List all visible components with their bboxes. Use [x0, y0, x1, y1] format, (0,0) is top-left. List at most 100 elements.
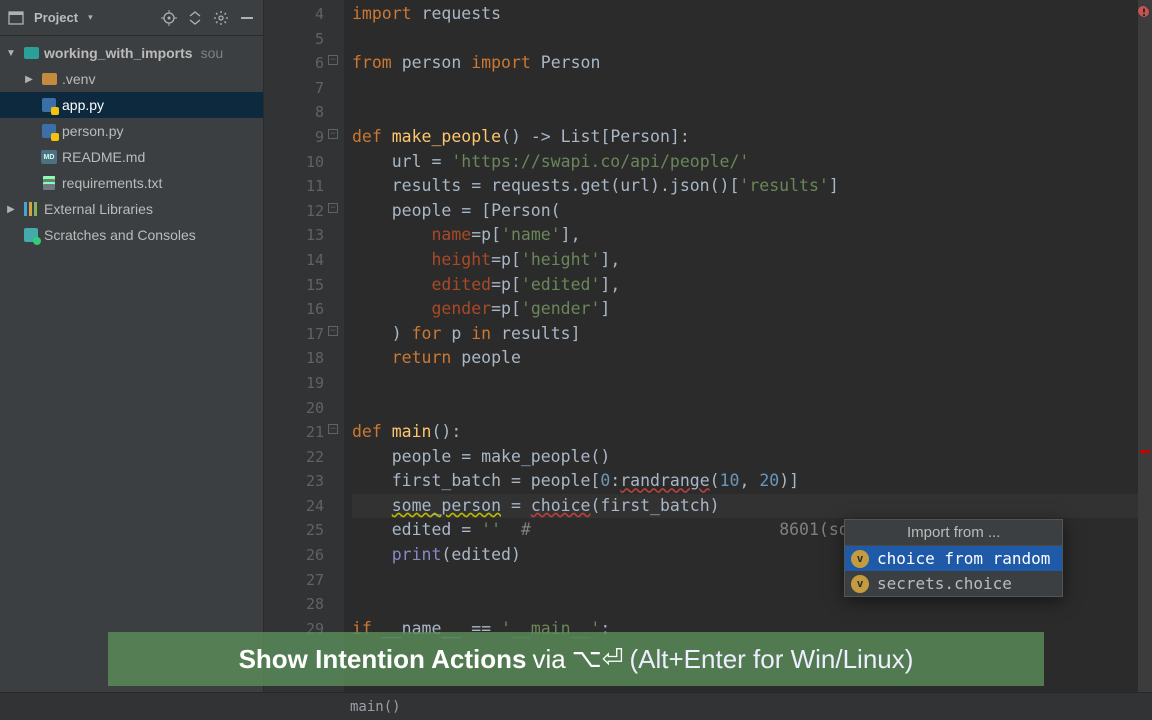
line-number: 4: [264, 2, 324, 27]
code-line[interactable]: edited=p['edited'],: [352, 273, 1138, 298]
popup-title: Import from ...: [845, 520, 1062, 546]
folder-icon: [22, 47, 40, 59]
line-number: 6−: [264, 51, 324, 76]
gear-icon[interactable]: [213, 10, 229, 26]
line-number: 28: [264, 592, 324, 617]
code-line[interactable]: height=p['height'],: [352, 248, 1138, 273]
libraries-icon: [22, 202, 40, 216]
scratches-icon: [22, 228, 40, 242]
fold-icon[interactable]: −: [328, 424, 338, 434]
line-number: 24: [264, 494, 324, 519]
line-number: 15: [264, 273, 324, 298]
code-line[interactable]: return people: [352, 346, 1138, 371]
tree-folder-venv[interactable]: ▶ .venv: [0, 66, 263, 92]
line-number: 12−: [264, 199, 324, 224]
code-editor[interactable]: 456−789−101112−1314151617−18192021−22232…: [264, 0, 1152, 692]
sidebar-title: Project: [34, 10, 78, 25]
root-hint: sou: [201, 45, 224, 61]
code-line[interactable]: some_person = choice(first_batch): [352, 494, 1138, 519]
code-line[interactable]: people = make_people(): [352, 445, 1138, 470]
code-line[interactable]: results = requests.get(url).json()['resu…: [352, 174, 1138, 199]
line-number: 13: [264, 223, 324, 248]
root-name: working_with_imports: [44, 45, 193, 61]
code-line[interactable]: def main():: [352, 420, 1138, 445]
code-line[interactable]: [352, 100, 1138, 125]
python-file-icon: [40, 124, 58, 138]
line-number: 26: [264, 543, 324, 568]
line-number: 27: [264, 568, 324, 593]
chevron-right-icon[interactable]: ▶: [22, 74, 36, 85]
variable-badge-icon: v: [851, 550, 869, 568]
folder-icon: [40, 73, 58, 85]
tip-via: via: [532, 644, 565, 675]
line-number: 8: [264, 100, 324, 125]
code-line[interactable]: [352, 371, 1138, 396]
import-suggestion-popup: Import from ... v choice from random vsecr…: [844, 519, 1063, 597]
tree-external-libraries[interactable]: ▶ External Libraries: [0, 196, 263, 222]
line-number: 10: [264, 150, 324, 175]
import-suggestion-item[interactable]: v secrets.choice: [845, 571, 1062, 596]
text-file-icon: [40, 176, 58, 190]
line-number: 16: [264, 297, 324, 322]
error-indicator-icon[interactable]: [1138, 6, 1148, 16]
chevron-down-icon[interactable]: ▼: [4, 48, 18, 59]
tip-banner: Show Intention Actions via ⌥⏎ (Alt+Enter…: [108, 632, 1044, 686]
code-line[interactable]: first_batch = people[0:randrange(10, 20)…: [352, 469, 1138, 494]
line-number: 14: [264, 248, 324, 273]
line-number: 20: [264, 396, 324, 421]
code-line[interactable]: def make_people() -> List[Person]:: [352, 125, 1138, 150]
tip-shortcut-win: (Alt+Enter for Win/Linux): [629, 644, 913, 675]
line-number: 23: [264, 469, 324, 494]
line-number: 5: [264, 27, 324, 52]
expand-icon[interactable]: [187, 10, 203, 26]
fold-icon[interactable]: −: [328, 129, 338, 139]
line-number: 17−: [264, 322, 324, 347]
code-line[interactable]: import requests: [352, 2, 1138, 27]
tip-shortcut-mac: ⌥⏎: [572, 644, 624, 674]
line-number: 21−: [264, 420, 324, 445]
tree-root[interactable]: ▼ working_with_imports sou: [0, 40, 263, 66]
tip-action: Show Intention Actions: [239, 644, 527, 675]
tree-file-person[interactable]: person.py: [0, 118, 263, 144]
line-number: 18: [264, 346, 324, 371]
tree-file-app[interactable]: app.py: [0, 92, 263, 118]
editor-gutter: 456−789−101112−1314151617−18192021−22232…: [264, 0, 344, 692]
locate-icon[interactable]: [161, 10, 177, 26]
code-line[interactable]: name=p['name'],: [352, 223, 1138, 248]
project-sidebar: Project ▾ ▼ working_with_imports sou: [0, 0, 264, 692]
suggestion-label: secrets.choice: [877, 574, 1012, 593]
markdown-file-icon: MD: [40, 150, 58, 164]
tree-file-readme[interactable]: MD README.md: [0, 144, 263, 170]
code-line[interactable]: gender=p['gender']: [352, 297, 1138, 322]
project-view-icon[interactable]: [8, 10, 24, 26]
import-suggestion-item[interactable]: v choice from random: [845, 546, 1062, 571]
line-number: 7: [264, 76, 324, 101]
code-line[interactable]: [352, 76, 1138, 101]
suggestion-label: choice from random: [877, 549, 1050, 568]
project-tree[interactable]: ▼ working_with_imports sou ▶ .venv app.p…: [0, 36, 263, 252]
code-line[interactable]: [352, 27, 1138, 52]
code-line[interactable]: from person import Person: [352, 51, 1138, 76]
hide-icon[interactable]: [239, 10, 255, 26]
error-marker[interactable]: [1140, 450, 1150, 453]
line-number: 19: [264, 371, 324, 396]
breadcrumb-bar[interactable]: main(): [0, 692, 1152, 720]
tree-file-requirements[interactable]: requirements.txt: [0, 170, 263, 196]
error-stripe[interactable]: [1138, 0, 1152, 692]
tree-scratches[interactable]: Scratches and Consoles: [0, 222, 263, 248]
code-line[interactable]: [352, 396, 1138, 421]
breadcrumb-item[interactable]: main(): [350, 699, 401, 715]
fold-icon[interactable]: −: [328, 326, 338, 336]
code-line[interactable]: ) for p in results]: [352, 322, 1138, 347]
line-number: 11: [264, 174, 324, 199]
fold-icon[interactable]: −: [328, 55, 338, 65]
fold-icon[interactable]: −: [328, 203, 338, 213]
line-number: 25: [264, 518, 324, 543]
line-number: 9−: [264, 125, 324, 150]
sidebar-toolbar: Project ▾: [0, 0, 263, 36]
variable-badge-icon: v: [851, 575, 869, 593]
line-number: 22: [264, 445, 324, 470]
python-file-icon: [40, 98, 58, 112]
code-line[interactable]: people = [Person(: [352, 199, 1138, 224]
code-line[interactable]: url = 'https://swapi.co/api/people/': [352, 150, 1138, 175]
